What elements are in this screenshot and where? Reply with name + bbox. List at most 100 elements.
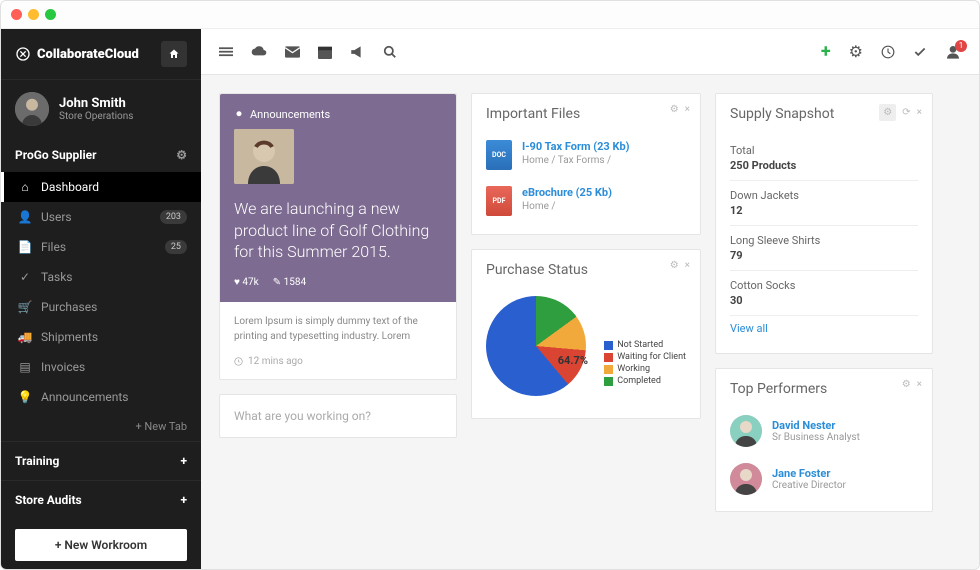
- close-icon[interactable]: ×: [917, 107, 922, 118]
- pdf-icon: PDF: [486, 186, 512, 216]
- cart-icon: 🛒: [19, 300, 31, 314]
- sidebar-item-tasks[interactable]: ✓ Tasks: [1, 262, 201, 292]
- gear-icon[interactable]: ⚙: [879, 104, 896, 121]
- snapshot-row: Total250 Products: [730, 136, 918, 181]
- purchase-status-card: Purchase Status ⚙ × 64.7% Not Started Wait…: [471, 249, 701, 419]
- legend-item: Completed: [604, 376, 686, 386]
- add-button[interactable]: +: [821, 41, 831, 62]
- chart-legend: Not Started Waiting for Client Working Comp…: [604, 340, 686, 388]
- home-button[interactable]: [161, 41, 187, 67]
- user-name: John Smith: [59, 96, 133, 111]
- snapshot-row: Cotton Socks30: [730, 271, 918, 316]
- gear-icon[interactable]: ⚙: [176, 148, 187, 162]
- check-icon: ✓: [19, 270, 31, 284]
- cloud-icon[interactable]: [251, 45, 267, 59]
- status-input: What are you working on?: [220, 395, 456, 437]
- history-icon[interactable]: [881, 45, 895, 59]
- nav-label: Tasks: [41, 270, 73, 284]
- file-path: Home / Tax Forms /: [522, 155, 630, 166]
- user-role: Store Operations: [59, 111, 133, 122]
- card-title: Important Files: [486, 106, 580, 122]
- menu-icon[interactable]: [219, 45, 233, 59]
- calendar-icon[interactable]: [318, 45, 332, 59]
- close-icon[interactable]: ×: [685, 260, 690, 271]
- settings-icon[interactable]: ⚙: [849, 42, 863, 61]
- megaphone-icon[interactable]: [350, 45, 365, 59]
- minimize-window-icon[interactable]: [28, 9, 39, 20]
- file-name: eBrochure (25 Kb): [522, 186, 612, 199]
- file-name: I-90 Tax Form (23 Kb): [522, 140, 630, 153]
- important-files-card: Important Files ⚙ × DOC I-90 Tax Form (23 …: [471, 93, 701, 235]
- announcement-heading: Announcements: [234, 108, 442, 121]
- performer-role: Creative Director: [772, 480, 846, 491]
- nav-label: Dashboard: [41, 180, 99, 194]
- topbar: + ⚙ 1: [201, 29, 979, 75]
- sidebar-item-dashboard[interactable]: ⌂Dashboard: [1, 172, 201, 202]
- performer-item[interactable]: Jane FosterCreative Director: [716, 455, 932, 503]
- announcement-image: [234, 129, 294, 184]
- settings-icon[interactable]: ⚙: [670, 104, 679, 115]
- sidebar-item-purchases[interactable]: 🛒 Purchases: [1, 292, 201, 322]
- announcement-stats: ♥ 47k ✎ 1584: [234, 277, 442, 288]
- settings-icon[interactable]: ⚙: [902, 379, 911, 390]
- performer-role: Sr Business Analyst: [772, 432, 860, 443]
- doc-icon: DOC: [486, 140, 512, 170]
- legend-item: Waiting for Client: [604, 352, 686, 362]
- sidebar-item-users[interactable]: 👤Users203: [1, 202, 201, 232]
- sidebar-item-files[interactable]: 📄Files25: [1, 232, 201, 262]
- legend-item: Not Started: [604, 340, 686, 350]
- nav-label: Invoices: [41, 360, 85, 374]
- view-all-link[interactable]: View all: [730, 316, 918, 341]
- top-performers-card: Top Performers ⚙ × David NesterSr Busines…: [715, 368, 933, 512]
- notif-badge: 1: [955, 40, 967, 52]
- new-workroom-button[interactable]: + New Workroom: [15, 529, 187, 561]
- avatar: [730, 463, 762, 495]
- search-icon[interactable]: [383, 45, 397, 59]
- check-icon[interactable]: [913, 45, 927, 59]
- section-training[interactable]: Training+: [1, 441, 201, 480]
- snapshot-row: Down Jackets12: [730, 181, 918, 226]
- plus-icon: +: [180, 493, 187, 507]
- close-window-icon[interactable]: [11, 9, 22, 20]
- card-title: Top Performers: [730, 381, 827, 397]
- refresh-icon[interactable]: ⟳: [902, 107, 910, 118]
- count-badge: 25: [165, 240, 187, 254]
- avatar: [15, 92, 49, 126]
- announcement-text: We are launching a new product line of G…: [234, 198, 442, 263]
- plus-icon: +: [180, 454, 187, 468]
- legend-item: Working: [604, 364, 686, 374]
- count-badge: 203: [160, 210, 187, 224]
- truck-icon: 🚚: [19, 330, 31, 344]
- mail-icon[interactable]: [285, 46, 300, 58]
- file-path: Home /: [522, 201, 612, 212]
- file-item[interactable]: DOC I-90 Tax Form (23 Kb) Home / Tax Forms…: [472, 132, 700, 178]
- brand-logo: CollaborateCloud: [15, 46, 139, 62]
- user-profile[interactable]: John Smith Store Operations: [1, 80, 201, 138]
- bulb-icon: 💡: [19, 390, 31, 404]
- avatar: [730, 415, 762, 447]
- sidebar-item-announcements[interactable]: 💡Announcements: [1, 382, 201, 412]
- close-icon[interactable]: ×: [685, 104, 690, 115]
- sidebar-item-shipments[interactable]: 🚚 Shipments: [1, 322, 201, 352]
- nav-label: Purchases: [41, 300, 97, 314]
- invoice-icon: ▤: [19, 360, 31, 374]
- status-input-card[interactable]: What are you working on?: [219, 394, 457, 438]
- close-icon[interactable]: ×: [917, 379, 922, 390]
- file-icon: 📄: [19, 240, 31, 254]
- section-store-audits[interactable]: Store Audits+: [1, 480, 201, 519]
- sidebar-item-invoices[interactable]: ▤ Invoices: [1, 352, 201, 382]
- card-title: Purchase Status: [486, 262, 588, 278]
- user-notif-icon[interactable]: 1: [945, 44, 961, 60]
- user-icon: 👤: [19, 210, 31, 224]
- new-tab-button[interactable]: + New Tab: [1, 412, 201, 441]
- nav-label: Shipments: [41, 330, 98, 344]
- performer-item[interactable]: David NesterSr Business Analyst: [716, 407, 932, 455]
- file-item[interactable]: PDF eBrochure (25 Kb) Home /: [472, 178, 700, 224]
- maximize-window-icon[interactable]: [45, 9, 56, 20]
- pie-chart: 64.7%: [486, 296, 586, 396]
- supply-snapshot-card: Supply Snapshot ⚙⟳× Total250 ProductsDow…: [715, 93, 933, 354]
- settings-icon[interactable]: ⚙: [670, 260, 679, 271]
- announcement-time: 12 mins ago: [220, 356, 456, 379]
- window-titlebar: [1, 1, 979, 29]
- workspace-header: ProGo Supplier ⚙: [1, 138, 201, 172]
